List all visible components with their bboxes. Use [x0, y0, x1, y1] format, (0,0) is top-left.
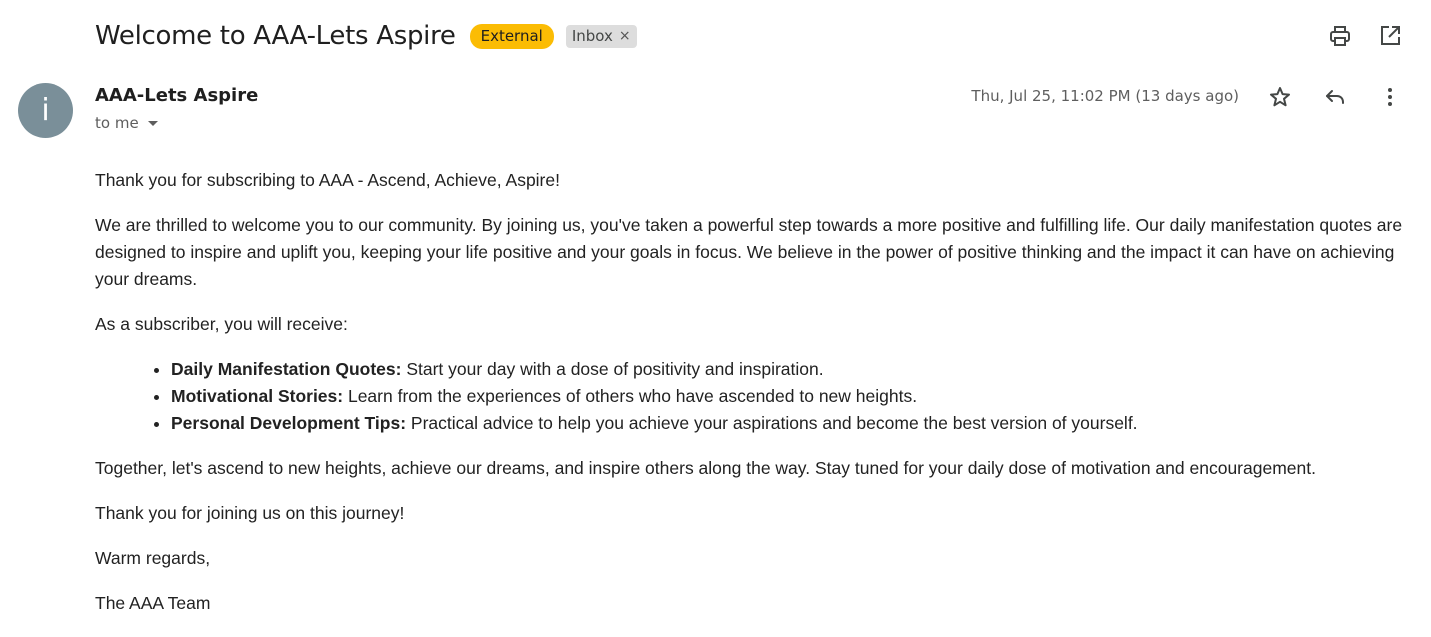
- body-closing: Warm regards,: [95, 548, 211, 568]
- recipient-line: to me: [95, 114, 158, 132]
- body-signature: The AAA Team: [95, 593, 211, 613]
- show-details-dropdown-icon[interactable]: [147, 120, 158, 126]
- open-in-new-window-icon: [1381, 26, 1400, 45]
- sender-name[interactable]: AAA-Lets Aspire: [95, 85, 258, 106]
- open-in-new-window-button[interactable]: [1376, 22, 1404, 50]
- print-icon: [1330, 26, 1350, 46]
- print-button[interactable]: [1326, 22, 1354, 50]
- list-item: Motivational Stories: Learn from the exp…: [171, 383, 1410, 410]
- benefits-list: Daily Manifestation Quotes: Start your d…: [95, 356, 1410, 437]
- body-paragraph-benefits-intro: As a subscriber, you will receive:: [95, 314, 348, 334]
- body-paragraph-thanks: Thank you for joining us on this journey…: [95, 503, 405, 523]
- inbox-label[interactable]: Inbox ×: [565, 24, 637, 48]
- reply-icon: [1326, 90, 1344, 104]
- list-item-title: Motivational Stories:: [171, 386, 344, 406]
- more-options-button[interactable]: [1376, 83, 1404, 111]
- list-item: Personal Development Tips: Practical adv…: [171, 410, 1410, 437]
- remove-label-icon[interactable]: ×: [619, 28, 631, 44]
- list-item-text: Start your day with a dose of positivity…: [401, 359, 824, 379]
- star-icon: [1270, 87, 1290, 107]
- message-date: Thu, Jul 25, 11:02 PM (13 days ago): [971, 87, 1239, 105]
- avatar-letter: i: [41, 93, 50, 128]
- inbox-label-text: Inbox: [571, 26, 613, 45]
- subject-row: Welcome to AAA-Lets Aspire External Inbo…: [95, 14, 637, 58]
- external-label[interactable]: External: [469, 23, 554, 49]
- email-subject: Welcome to AAA-Lets Aspire: [95, 21, 456, 51]
- body-paragraph-together: Together, let's ascend to new heights, a…: [95, 458, 1316, 478]
- body-paragraph-greeting: Thank you for subscribing to AAA - Ascen…: [95, 170, 560, 190]
- more-vertical-icon: [1388, 88, 1392, 106]
- list-item-title: Personal Development Tips:: [171, 413, 407, 433]
- sender-avatar[interactable]: i: [18, 83, 73, 138]
- star-button[interactable]: [1266, 83, 1294, 111]
- body-paragraph-welcome: We are thrilled to welcome you to our co…: [95, 215, 1403, 289]
- list-item-text: Learn from the experiences of others who…: [343, 386, 918, 406]
- list-item: Daily Manifestation Quotes: Start your d…: [171, 356, 1410, 383]
- reply-button[interactable]: [1321, 83, 1349, 111]
- list-item-title: Daily Manifestation Quotes:: [171, 359, 402, 379]
- list-item-text: Practical advice to help you achieve you…: [406, 413, 1138, 433]
- email-body: Thank you for subscribing to AAA - Ascen…: [95, 167, 1410, 635]
- recipient-text: to me: [95, 114, 139, 132]
